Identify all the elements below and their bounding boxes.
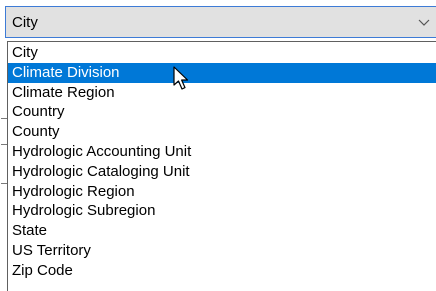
combobox-selected-value: City	[12, 14, 38, 31]
dropdown-option[interactable]: Hydrologic Region	[8, 182, 436, 202]
dropdown-option[interactable]: Hydrologic Cataloging Unit	[8, 162, 436, 182]
location-type-combobox[interactable]: City	[5, 6, 436, 38]
dropdown-option[interactable]: Zip Code	[8, 261, 436, 281]
dropdown-option[interactable]: State	[8, 221, 436, 241]
dropdown-option[interactable]: Hydrologic Subregion	[8, 201, 436, 221]
dropdown-option[interactable]: Climate Region	[8, 83, 436, 103]
dropdown-option[interactable]: Country	[8, 102, 436, 122]
dropdown-option[interactable]: County	[8, 122, 436, 142]
dropdown-option[interactable]: City	[8, 43, 436, 63]
dropdown-listbox[interactable]: City Climate Division Climate Region Cou…	[7, 41, 436, 291]
dropdown-option[interactable]: Hydrologic Accounting Unit	[8, 142, 436, 162]
dropdown-option[interactable]: US Territory	[8, 241, 436, 261]
mouse-pointer-icon	[173, 66, 189, 90]
chevron-down-icon[interactable]	[418, 19, 430, 27]
dropdown-option-highlighted[interactable]: Climate Division	[8, 62, 436, 83]
